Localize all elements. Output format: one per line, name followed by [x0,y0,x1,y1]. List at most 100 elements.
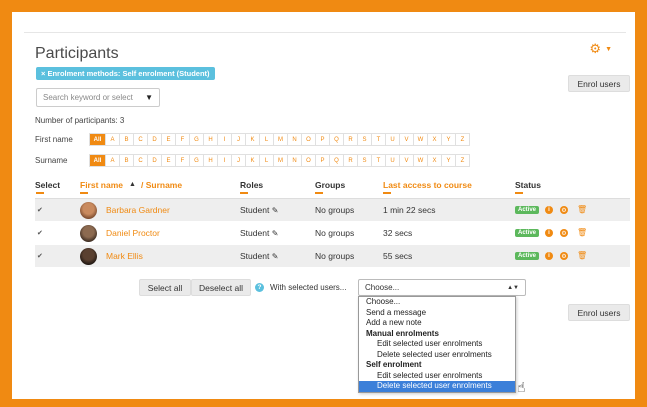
collapse-status[interactable] [515,192,523,194]
collapse-last-access[interactable] [383,192,391,194]
option-manual-delete[interactable]: Delete selected user enrolments [359,350,515,361]
first-name-letter-o[interactable]: O [301,133,316,146]
surname-letter-p[interactable]: P [315,154,330,167]
row-checkbox[interactable]: ✔ [37,252,45,260]
info-icon[interactable]: i [545,252,553,260]
surname-letter-n[interactable]: N [287,154,302,167]
pencil-icon[interactable]: ✎ [272,206,279,215]
option-manual-edit[interactable]: Edit selected user enrolments [359,339,515,350]
first-name-letter-t[interactable]: T [371,133,386,146]
info-icon[interactable]: i [545,229,553,237]
header-first-name[interactable]: First name [80,180,123,190]
header-surname[interactable]: / Surname [141,180,182,190]
surname-letter-v[interactable]: V [399,154,414,167]
option-self-delete[interactable]: Delete selected user enrolments [359,381,515,392]
surname-letter-c[interactable]: C [133,154,148,167]
collapse-groups[interactable] [315,192,323,194]
surname-letter-d[interactable]: D [147,154,162,167]
surname-letter-i[interactable]: I [217,154,232,167]
surname-letter-e[interactable]: E [161,154,176,167]
gear-icon[interactable]: ⚙ [560,252,568,260]
help-icon[interactable]: ? [255,283,264,292]
first-name-letter-a[interactable]: A [105,133,120,146]
option-choose[interactable]: Choose... [359,297,515,308]
surname-letter-a[interactable]: A [105,154,120,167]
first-name-letter-k[interactable]: K [245,133,260,146]
option-add-note[interactable]: Add a new note [359,318,515,329]
first-name-letter-c[interactable]: C [133,133,148,146]
deselect-all-button[interactable]: Deselect all [191,279,251,296]
first-name-letter-r[interactable]: R [343,133,358,146]
first-name-letter-n[interactable]: N [287,133,302,146]
surname-letter-m[interactable]: M [273,154,288,167]
first-name-letter-q[interactable]: Q [329,133,344,146]
row-checkbox[interactable]: ✔ [37,229,45,237]
surname-letter-o[interactable]: O [301,154,316,167]
gear-icon[interactable]: ⚙ [560,229,568,237]
surname-letter-t[interactable]: T [371,154,386,167]
trash-icon[interactable]: 🗑 [577,251,587,260]
option-send-message[interactable]: Send a message [359,308,515,319]
first-name-letter-j[interactable]: J [231,133,246,146]
first-name-letter-w[interactable]: W [413,133,428,146]
pencil-icon[interactable]: ✎ [272,252,279,261]
first-name-filter-label: First name [35,135,73,144]
surname-letter-l[interactable]: L [259,154,274,167]
first-name-letter-m[interactable]: M [273,133,288,146]
surname-letter-b[interactable]: B [119,154,134,167]
first-name-letter-v[interactable]: V [399,133,414,146]
enrol-users-button[interactable]: Enrol users [568,75,630,92]
first-name-letter-g[interactable]: G [189,133,204,146]
collapse-roles[interactable] [240,192,248,194]
trash-icon[interactable]: 🗑 [577,205,587,214]
enrol-users-button-bottom[interactable]: Enrol users [568,304,630,321]
gear-icon[interactable]: ⚙ [560,206,568,214]
surname-letter-h[interactable]: H [203,154,218,167]
first-name-letter-h[interactable]: H [203,133,218,146]
first-name-letter-z[interactable]: Z [455,133,470,146]
surname-letter-g[interactable]: G [189,154,204,167]
user-name-link[interactable]: Barbara Gardner [106,205,170,215]
surname-letter-x[interactable]: X [427,154,442,167]
surname-letter-y[interactable]: Y [441,154,456,167]
first-name-letter-all[interactable]: All [89,133,106,146]
pencil-icon[interactable]: ✎ [272,229,279,238]
first-name-letter-u[interactable]: U [385,133,400,146]
first-name-letter-s[interactable]: S [357,133,372,146]
row-checkbox[interactable]: ✔ [37,206,45,214]
filter-badge[interactable]: × Enrolment methods: Self enrolment (Stu… [36,67,215,80]
select-all-button[interactable]: Select all [139,279,191,296]
surname-letter-w[interactable]: W [413,154,428,167]
surname-letter-j[interactable]: J [231,154,246,167]
first-name-letter-y[interactable]: Y [441,133,456,146]
user-groups: No groups [315,251,355,261]
surname-letter-s[interactable]: S [357,154,372,167]
first-name-letter-i[interactable]: I [217,133,232,146]
surname-letter-all[interactable]: All [89,154,106,167]
surname-letter-k[interactable]: K [245,154,260,167]
surname-letter-u[interactable]: U [385,154,400,167]
collapse-name[interactable] [80,192,88,194]
first-name-letter-x[interactable]: X [427,133,442,146]
trash-icon[interactable]: 🗑 [577,228,587,237]
info-icon[interactable]: i [545,206,553,214]
first-name-letter-d[interactable]: D [147,133,162,146]
surname-letter-q[interactable]: Q [329,154,344,167]
bulk-action-select[interactable]: Choose... ▲▼ [358,279,526,296]
surname-letter-z[interactable]: Z [455,154,470,167]
first-name-letter-e[interactable]: E [161,133,176,146]
settings-menu[interactable]: ⚙ ▼ [589,41,612,57]
first-name-letter-p[interactable]: P [315,133,330,146]
surname-letter-f[interactable]: F [175,154,190,167]
first-name-filter: First name All A B C D E F G H I J K L M N O P Q R S T U V W X Y Z [35,133,470,146]
user-name-link[interactable]: Mark Ellis [106,251,143,261]
first-name-letter-f[interactable]: F [175,133,190,146]
surname-letter-r[interactable]: R [343,154,358,167]
first-name-letter-l[interactable]: L [259,133,274,146]
search-input[interactable]: Search keyword or select ▼ [36,88,160,107]
first-name-letter-b[interactable]: B [119,133,134,146]
header-last-access[interactable]: Last access to course [383,180,472,190]
user-name-link[interactable]: Daniel Proctor [106,228,160,238]
option-self-edit[interactable]: Edit selected user enrolments [359,371,515,382]
collapse-select[interactable] [36,192,44,194]
